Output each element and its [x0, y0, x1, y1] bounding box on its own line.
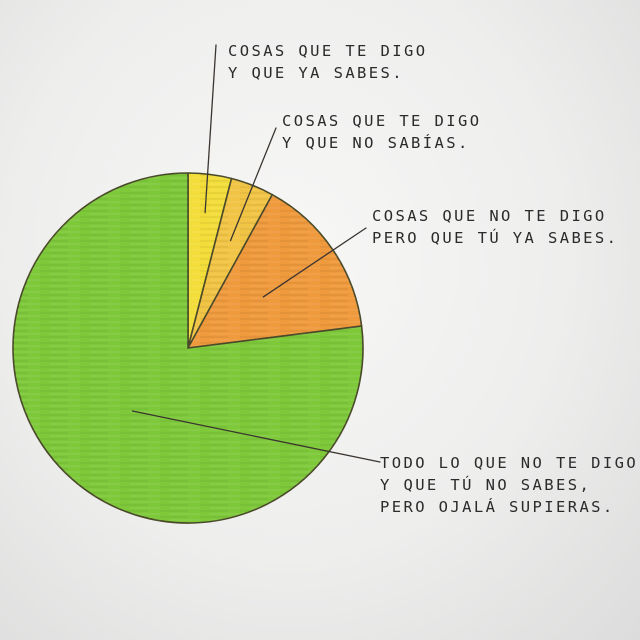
annotation-line: y que ya sabes. — [228, 64, 404, 82]
annotation-line: pero que tú ya sabes. — [372, 229, 619, 247]
annotation-line: Todo lo que no te digo — [380, 454, 639, 472]
pie-chart — [12, 44, 381, 524]
annotation-line: Cosas que no te digo — [372, 207, 607, 225]
annotation-line: Cosas que te digo — [282, 112, 482, 130]
annotation-line: y que no sabías. — [282, 134, 470, 152]
annotation-unsaid-but-known: Cosas que no te digo pero que tú ya sabe… — [372, 205, 618, 249]
annotation-things-you-know: Cosas que te digo y que ya sabes. — [228, 40, 427, 84]
chart-canvas: Cosas que te digo y que ya sabes. Cosas … — [0, 0, 640, 640]
annotation-line: Cosas que te digo — [228, 42, 428, 60]
annotation-line: y que tú no sabes, — [380, 476, 592, 494]
annotation-everything-unsaid: Todo lo que no te digo y que tú no sabes… — [380, 452, 638, 518]
annotation-things-you-didnt-know: Cosas que te digo y que no sabías. — [282, 110, 481, 154]
annotation-line: pero ojalá supieras. — [380, 498, 615, 516]
